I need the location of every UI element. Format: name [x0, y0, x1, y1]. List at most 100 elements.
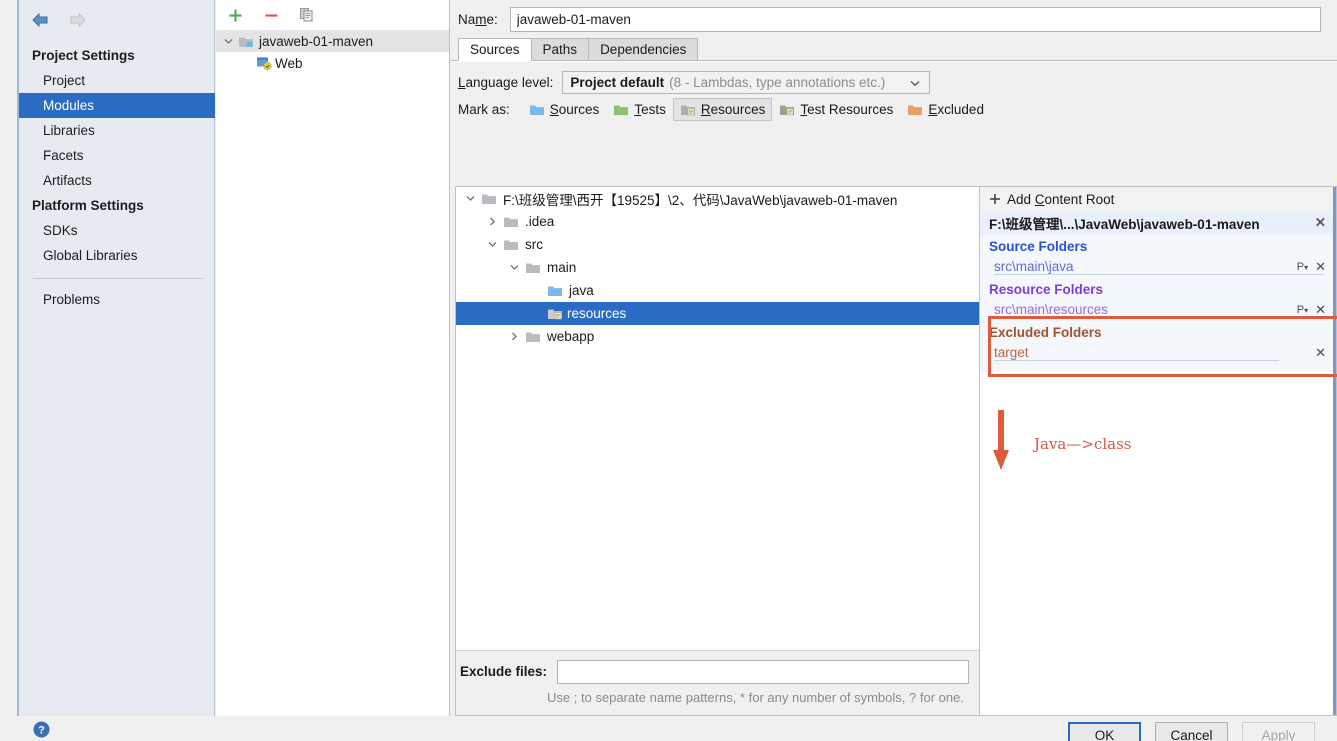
source-tree-row-resources[interactable]: resources [456, 302, 979, 325]
navigation-arrows [29, 10, 89, 30]
package-prefix-icon[interactable]: P▾ [1297, 261, 1308, 273]
roots-vertical-scrollbar[interactable] [1333, 187, 1336, 715]
source-tree-label: resources [567, 306, 627, 321]
plus-icon [989, 193, 1001, 205]
source-folders-section: Source Folders src\main\java P▾ ✕ [980, 235, 1336, 278]
mark-as-excluded-button[interactable]: Excluded [900, 98, 991, 121]
exclude-files-hint: Use ; to separate name patterns, * for a… [547, 690, 964, 705]
sidebar-list: Project Settings Project Modules Librari… [19, 43, 215, 312]
source-tree-row-webapp[interactable]: webapp [456, 325, 979, 348]
sidebar-item-artifacts[interactable]: Artifacts [19, 168, 215, 193]
source-tree-label: src [525, 237, 543, 252]
module-name-label: javaweb-01-maven [259, 33, 374, 49]
sources-panes: F:\班级管理\西开【19525】\2、代码\JavaWeb\javaweb-0… [455, 186, 1337, 716]
source-tree-row-java[interactable]: java [456, 279, 979, 302]
sidebar-item-facets[interactable]: Facets [19, 143, 215, 168]
close-icon[interactable]: ✕ [1315, 345, 1326, 361]
annotation-text: Java—>class [1034, 435, 1132, 453]
tab-dependencies[interactable]: Dependencies [588, 38, 699, 61]
source-tree-row-content-root[interactable]: F:\班级管理\西开【19525】\2、代码\JavaWeb\javaweb-0… [456, 187, 979, 210]
chevron-down-icon[interactable] [484, 237, 500, 253]
mark-as-resources-button[interactable]: Resources [672, 97, 773, 121]
chevron-right-icon[interactable] [506, 329, 522, 345]
package-prefix-icon[interactable]: P▾ [1297, 304, 1308, 316]
mark-as-tests-button[interactable]: Tests [606, 98, 673, 121]
add-content-root-button[interactable]: Add Content Root [980, 187, 1336, 211]
folder-gray-icon [503, 238, 519, 251]
tab-sources[interactable]: Sources [458, 38, 532, 61]
cancel-button[interactable]: Cancel [1155, 722, 1228, 741]
sidebar-item-project[interactable]: Project [19, 68, 215, 93]
add-module-button[interactable] [225, 5, 245, 25]
mark-as-tests-label: ests [641, 101, 666, 117]
resource-folders-section: Resource Folders src\main\resources P▾ ✕ [980, 278, 1336, 321]
chevron-down-icon[interactable] [506, 260, 522, 276]
resource-folder-row[interactable]: src\main\resources P▾ ✕ [980, 299, 1336, 321]
module-tree-row-web[interactable]: Web [216, 52, 449, 74]
help-icon[interactable]: ? [33, 721, 50, 738]
sidebar-item-problems[interactable]: Problems [19, 287, 215, 312]
folder-blue-icon [547, 284, 563, 297]
module-name-input[interactable] [509, 6, 1321, 32]
apply-button: Apply [1242, 722, 1315, 741]
folder-test-resources-icon [779, 103, 795, 116]
source-tree-row-src[interactable]: src [456, 233, 979, 256]
svg-text:?: ? [38, 725, 45, 737]
arrow-down-icon [990, 410, 1012, 475]
source-tree-pane: F:\班级管理\西开【19525】\2、代码\JavaWeb\javaweb-0… [455, 186, 980, 716]
modules-panel: javaweb-01-maven Web [216, 0, 450, 716]
ok-button[interactable]: OK [1068, 722, 1141, 741]
exclude-files-label: Exclude files: [460, 664, 548, 679]
mark-as-test-resources-label: est Resources [807, 101, 894, 117]
module-tree-row-root[interactable]: javaweb-01-maven [216, 30, 449, 52]
module-name-label: Name: [458, 11, 498, 27]
mark-as-resources-label: esources [710, 101, 766, 117]
language-level-row: Language level: Project default (8 - Lam… [451, 62, 1337, 96]
source-tree-row-main[interactable]: main [456, 256, 979, 279]
excluded-folders-section: Excluded Folders target ✕ [980, 321, 1336, 372]
web-facet-icon [256, 56, 272, 70]
remove-module-button[interactable] [261, 5, 281, 25]
close-icon[interactable]: ✕ [1315, 302, 1326, 318]
modules-toolbar [216, 0, 449, 30]
resource-folder-path: src\main\resources [994, 302, 1336, 318]
chevron-down-icon[interactable] [220, 33, 236, 49]
excluded-folder-path: target [994, 345, 1275, 361]
mark-as-sources-button[interactable]: Sources [522, 98, 607, 121]
source-folder-row[interactable]: src\main\java P▾ ✕ [980, 256, 1336, 278]
language-level-hint: (8 - Lambdas, type annotations etc.) [669, 75, 886, 90]
mark-as-label: Mark as: [458, 101, 510, 117]
resource-folders-title: Resource Folders [989, 282, 1104, 297]
mark-as-excluded-label: xcluded [937, 101, 984, 117]
project-structure-dialog: Project Settings Project Modules Librari… [0, 0, 1337, 741]
mark-as-row: Mark as: Sources Tests Resources Test Re… [451, 96, 1337, 122]
sidebar-item-libraries[interactable]: Libraries [19, 118, 215, 143]
tab-paths[interactable]: Paths [530, 38, 590, 61]
source-tree-label: webapp [547, 329, 595, 344]
close-icon[interactable]: ✕ [1315, 259, 1326, 275]
copy-module-button[interactable] [297, 5, 317, 25]
exclude-files-input[interactable] [557, 660, 969, 684]
language-level-value: Project default [570, 75, 665, 90]
dialog-body: Project Settings Project Modules Librari… [0, 0, 1337, 716]
sidebar-item-modules[interactable]: Modules [19, 93, 215, 118]
dialog-bottom-bar: ? OK Cancel Apply [0, 716, 1337, 741]
sidebar-item-global-libraries[interactable]: Global Libraries [19, 243, 215, 268]
mark-as-test-resources-button[interactable]: Test Resources [772, 98, 900, 121]
source-tree-label: .idea [525, 214, 555, 229]
exclude-files-area: Exclude files: Use ; to separate name pa… [456, 650, 979, 715]
excluded-folder-row[interactable]: target ✕ [980, 342, 1336, 364]
sidebar-item-sdks[interactable]: SDKs [19, 218, 215, 243]
annotation-java-to-class: Java—>class [990, 410, 1131, 475]
content-root-header[interactable]: F:\班级管理\...\JavaWeb\javaweb-01-maven ✕ [980, 211, 1336, 235]
chevron-down-icon[interactable] [462, 191, 478, 207]
chevron-right-icon[interactable] [484, 214, 500, 230]
source-tree-row-idea[interactable]: .idea [456, 210, 979, 233]
arrow-left-icon[interactable] [29, 10, 51, 30]
source-folder-path: src\main\java [994, 259, 1322, 275]
chevron-down-icon[interactable] [901, 75, 929, 90]
excluded-folders-title: Excluded Folders [989, 325, 1102, 340]
folder-resources-icon [680, 103, 696, 116]
language-level-combo[interactable]: Project default (8 - Lambdas, type annot… [562, 71, 931, 94]
module-name-row: Name: [451, 0, 1337, 38]
